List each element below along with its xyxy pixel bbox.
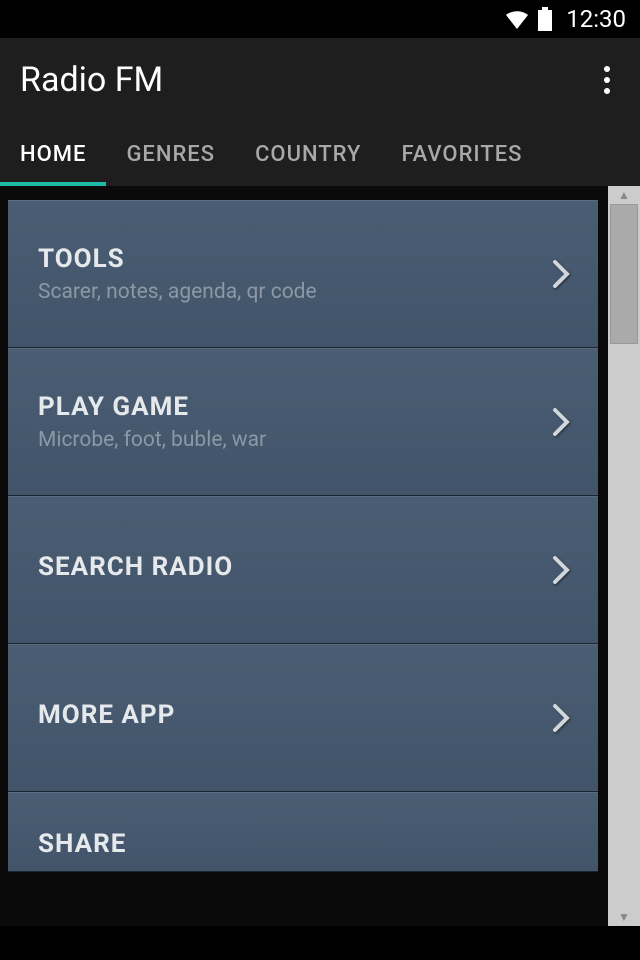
chevron-right-icon bbox=[552, 260, 570, 288]
chevron-right-icon bbox=[552, 408, 570, 436]
item-title: PLAY GAME bbox=[38, 392, 552, 422]
scroll-down-icon[interactable]: ▼ bbox=[608, 908, 640, 926]
app-bar: Radio FM bbox=[0, 38, 640, 126]
status-time: 12:30 bbox=[566, 5, 626, 33]
scroll-thumb[interactable] bbox=[610, 204, 638, 344]
tab-bar: HOME GENRES COUNTRY FAVORITES bbox=[0, 126, 640, 186]
list-item-share[interactable]: SHARE bbox=[8, 792, 598, 872]
menu-list[interactable]: TOOLS Scarer, notes, agenda, qr code PLA… bbox=[0, 186, 608, 926]
item-title: TOOLS bbox=[38, 244, 552, 274]
item-title: SHARE bbox=[38, 829, 570, 859]
item-title: MORE APP bbox=[38, 700, 552, 730]
item-title: SEARCH RADIO bbox=[38, 552, 552, 582]
content-area: TOOLS Scarer, notes, agenda, qr code PLA… bbox=[0, 186, 640, 926]
scroll-track[interactable] bbox=[608, 204, 640, 908]
item-subtitle: Scarer, notes, agenda, qr code bbox=[38, 280, 552, 304]
tab-favorites[interactable]: FAVORITES bbox=[381, 126, 542, 186]
chevron-right-icon bbox=[552, 704, 570, 732]
tab-country[interactable]: COUNTRY bbox=[235, 126, 381, 186]
list-item-more-app[interactable]: MORE APP bbox=[8, 644, 598, 792]
tab-home[interactable]: HOME bbox=[0, 126, 106, 186]
status-bar: 12:30 bbox=[0, 0, 640, 38]
list-item-play-game[interactable]: PLAY GAME Microbe, foot, buble, war bbox=[8, 348, 598, 496]
battery-icon bbox=[538, 7, 552, 31]
item-subtitle: Microbe, foot, buble, war bbox=[38, 428, 552, 452]
chevron-right-icon bbox=[552, 556, 570, 584]
tab-genres[interactable]: GENRES bbox=[106, 126, 235, 186]
list-item-search-radio[interactable]: SEARCH RADIO bbox=[8, 496, 598, 644]
app-title: Radio FM bbox=[20, 60, 163, 100]
list-item-tools[interactable]: TOOLS Scarer, notes, agenda, qr code bbox=[8, 200, 598, 348]
wifi-icon bbox=[504, 9, 530, 29]
scrollbar[interactable]: ▲ ▼ bbox=[608, 186, 640, 926]
scroll-up-icon[interactable]: ▲ bbox=[608, 186, 640, 204]
overflow-menu-button[interactable] bbox=[594, 60, 620, 100]
